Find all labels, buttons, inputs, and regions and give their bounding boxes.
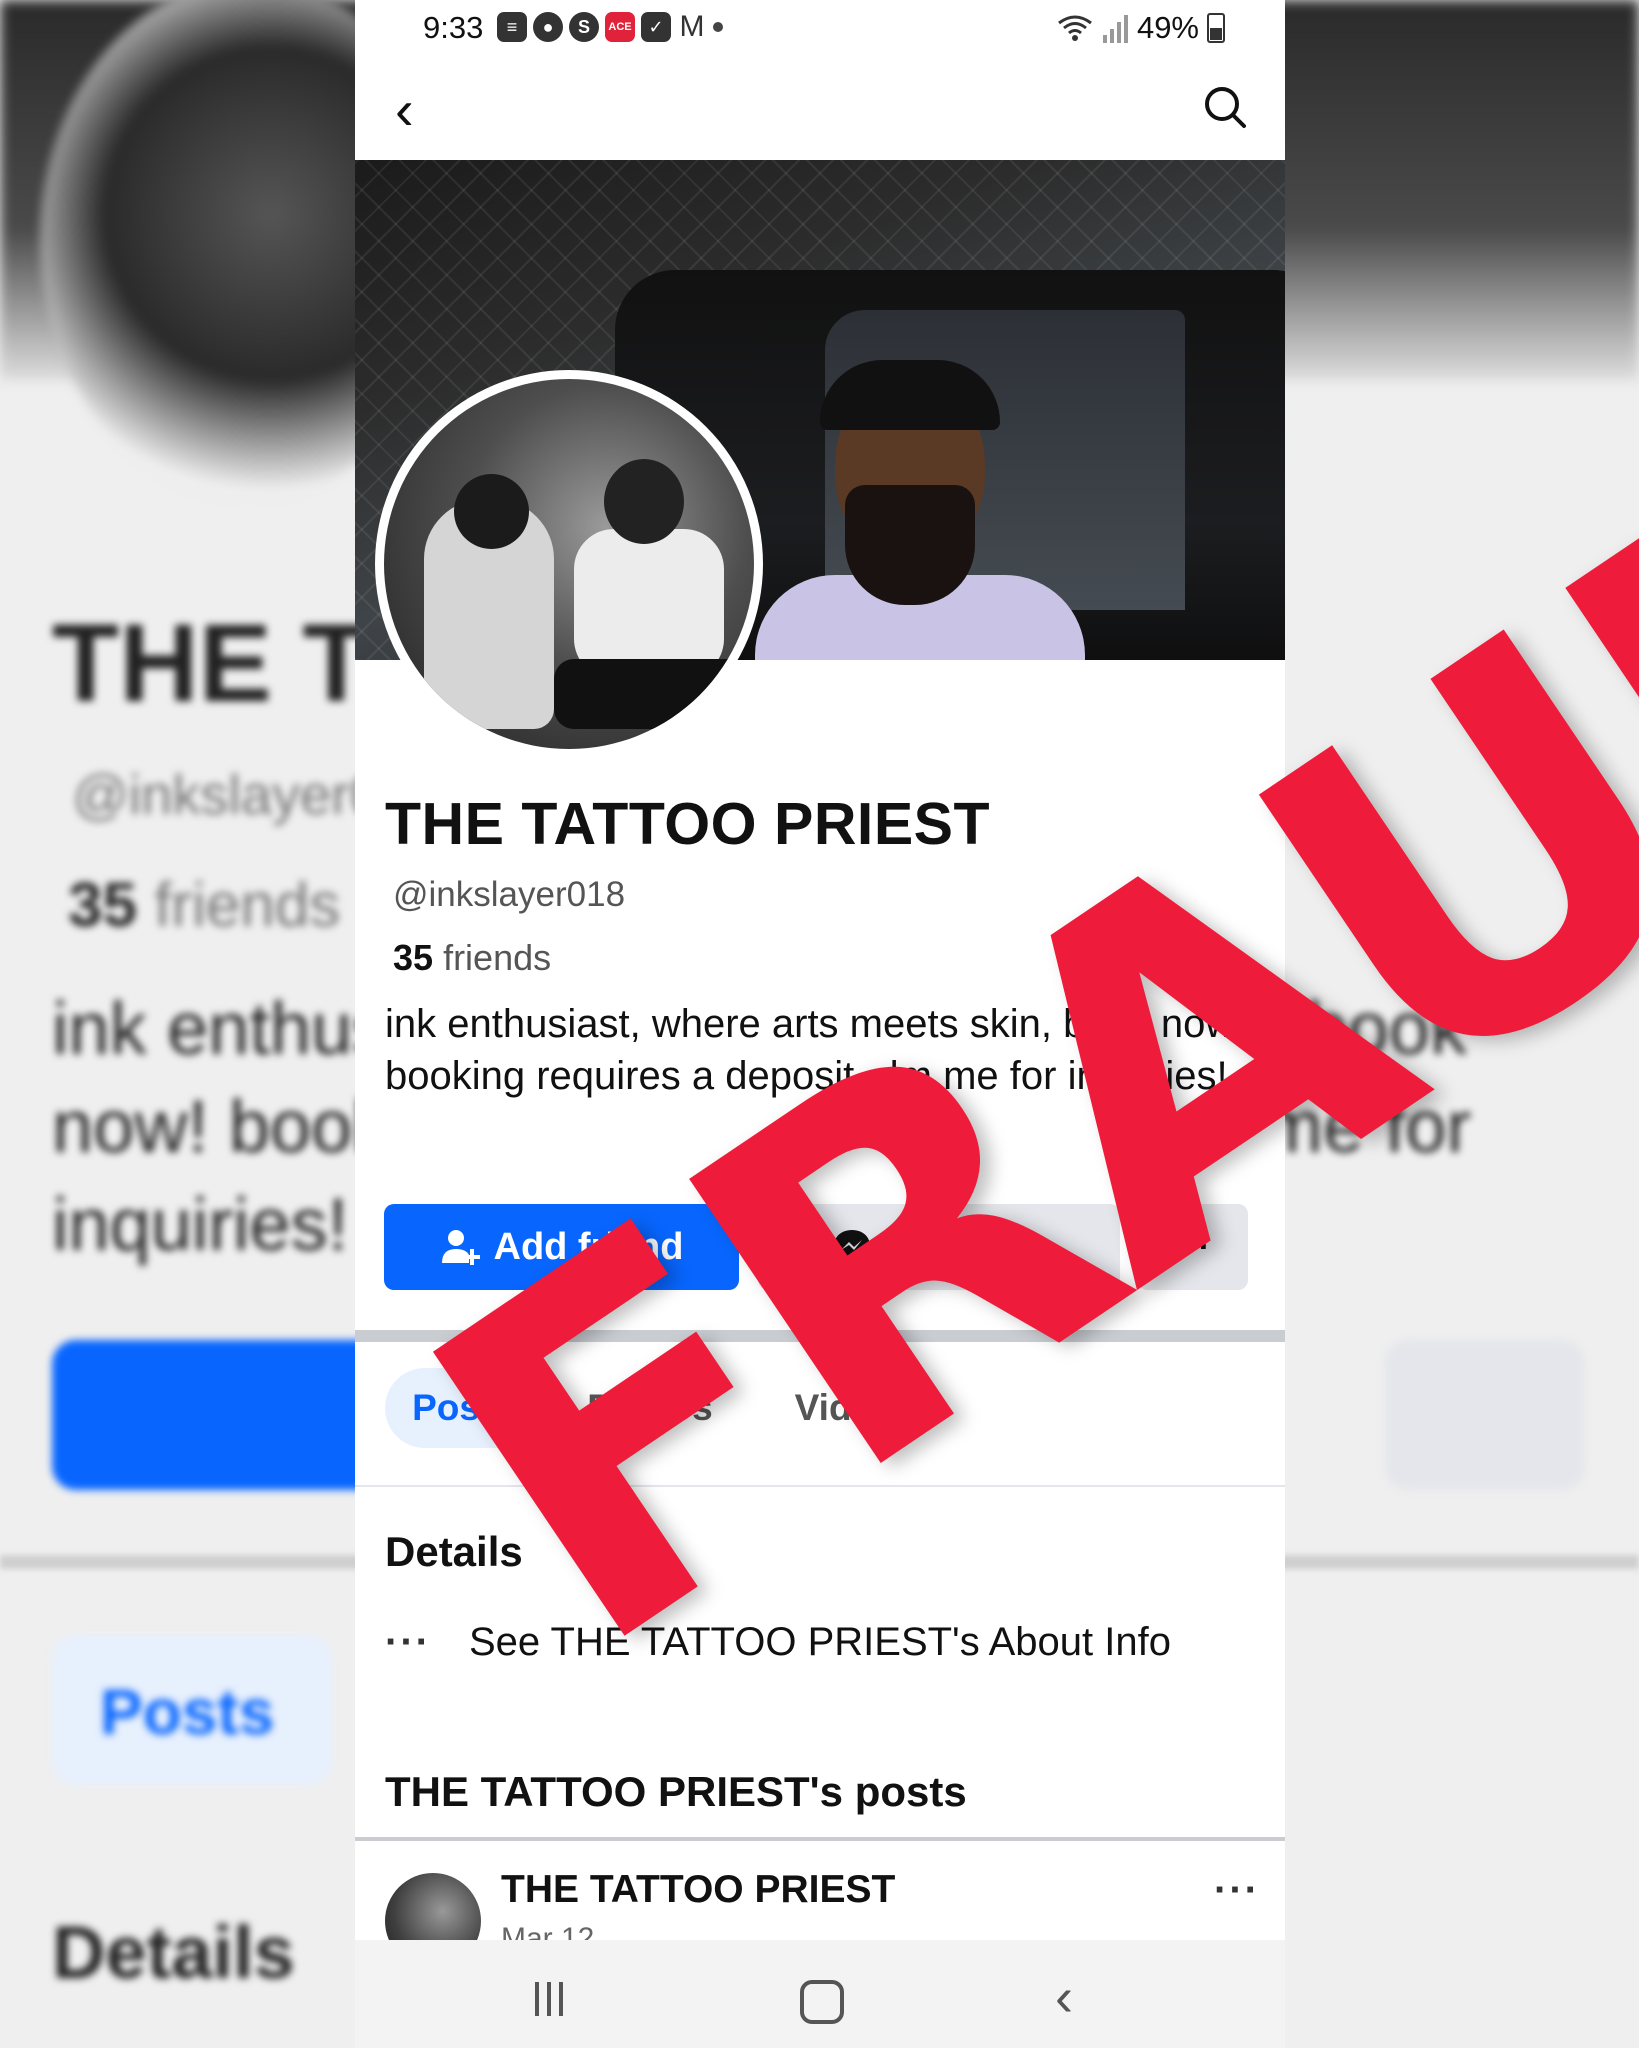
status-time: 9:33: [423, 10, 484, 45]
add-friend-button[interactable]: Add friend: [384, 1204, 739, 1290]
phone-screen: 9:33 ≡ ● S ACE ✓ M 49% ‹ THE TATTOO PRIE…: [355, 0, 1285, 2048]
blurred-friends: 35 friends: [68, 871, 341, 940]
nav-back-icon[interactable]: ‹: [1055, 1970, 1073, 2024]
about-info-label: See THE TATTOO PRIEST's About Info: [468, 1620, 1171, 1664]
add-friend-icon: [441, 1230, 480, 1265]
more-dots-icon: ···: [385, 1620, 431, 1664]
posts-heading: THE TATTOO PRIEST's posts: [385, 1768, 967, 1815]
back-arrow-icon[interactable]: ‹: [395, 80, 414, 140]
about-info-link[interactable]: ··· See THE TATTOO PRIEST's About Info: [385, 1620, 1171, 1665]
add-friend-label: Add friend: [493, 1225, 684, 1268]
profile-avatar-image: [384, 379, 754, 749]
profile-tabs: Posts Photos Videos: [355, 1368, 1285, 1448]
cover-person-beard: [845, 485, 975, 605]
s-app-icon: S: [569, 12, 599, 42]
post-author-name[interactable]: THE TATTOO PRIEST: [501, 1868, 895, 1912]
tabs-divider: [355, 1485, 1285, 1487]
tab-videos[interactable]: Videos: [780, 1368, 930, 1448]
friends-count[interactable]: 35 friends: [393, 937, 551, 979]
messenger-icon: [833, 1230, 870, 1265]
battery-icon: [1207, 13, 1225, 43]
home-icon[interactable]: [800, 1980, 844, 2024]
battery-percent: 49%: [1136, 10, 1199, 45]
profile-name: THE TATTOO PRIEST: [385, 791, 991, 857]
message-button[interactable]: Message: [758, 1204, 1120, 1290]
gmail-icon: M: [679, 10, 705, 43]
notification-icons: ≡ ● S ACE ✓ M: [497, 10, 723, 43]
profile-handle: @inkslayer018: [393, 875, 626, 914]
status-bar: 9:33 ≡ ● S ACE ✓ M 49%: [355, 0, 1285, 58]
avatar-figure-client-head: [604, 459, 684, 544]
profile-avatar[interactable]: [375, 370, 763, 758]
more-options-button[interactable]: ···: [1138, 1204, 1248, 1290]
tab-photos[interactable]: Photos: [575, 1368, 725, 1448]
account-icon: ●: [533, 12, 563, 42]
message-icon: ≡: [497, 12, 527, 42]
section-divider: [355, 1330, 1285, 1342]
blurred-more-button: [1385, 1340, 1585, 1490]
signal-icon: [1102, 15, 1128, 43]
profile-bio: ink enthusiast, where arts meets skin, b…: [385, 1002, 1246, 1098]
wifi-icon: [1058, 15, 1092, 41]
post-more-button[interactable]: ···: [1214, 1868, 1260, 1913]
message-label: Message: [885, 1225, 1047, 1268]
checkbox-icon: ✓: [641, 12, 671, 42]
avatar-figure-artist-head: [454, 474, 529, 549]
ace-app-icon: ACE: [605, 12, 635, 42]
posts-divider: [355, 1837, 1285, 1841]
details-heading: Details: [385, 1528, 523, 1575]
avatar-figure-client: [574, 529, 724, 679]
cover-person-cap: [820, 360, 1000, 430]
more-dot-icon: [713, 22, 723, 32]
avatar-figure-client-legs: [554, 659, 754, 729]
status-right: 49%: [1055, 10, 1225, 46]
friends-label: friends: [443, 937, 552, 978]
cover-person: [735, 335, 1095, 660]
recent-apps-icon[interactable]: [535, 1982, 563, 2016]
blurred-details-label: Details: [52, 1911, 295, 1994]
android-nav-bar: ‹: [355, 1940, 1285, 2048]
top-bar: ‹: [355, 60, 1285, 160]
tab-posts[interactable]: Posts: [385, 1368, 540, 1448]
friends-number: 35: [393, 937, 434, 978]
blurred-posts-label: Posts: [100, 1676, 275, 1748]
search-icon[interactable]: [1203, 85, 1247, 129]
